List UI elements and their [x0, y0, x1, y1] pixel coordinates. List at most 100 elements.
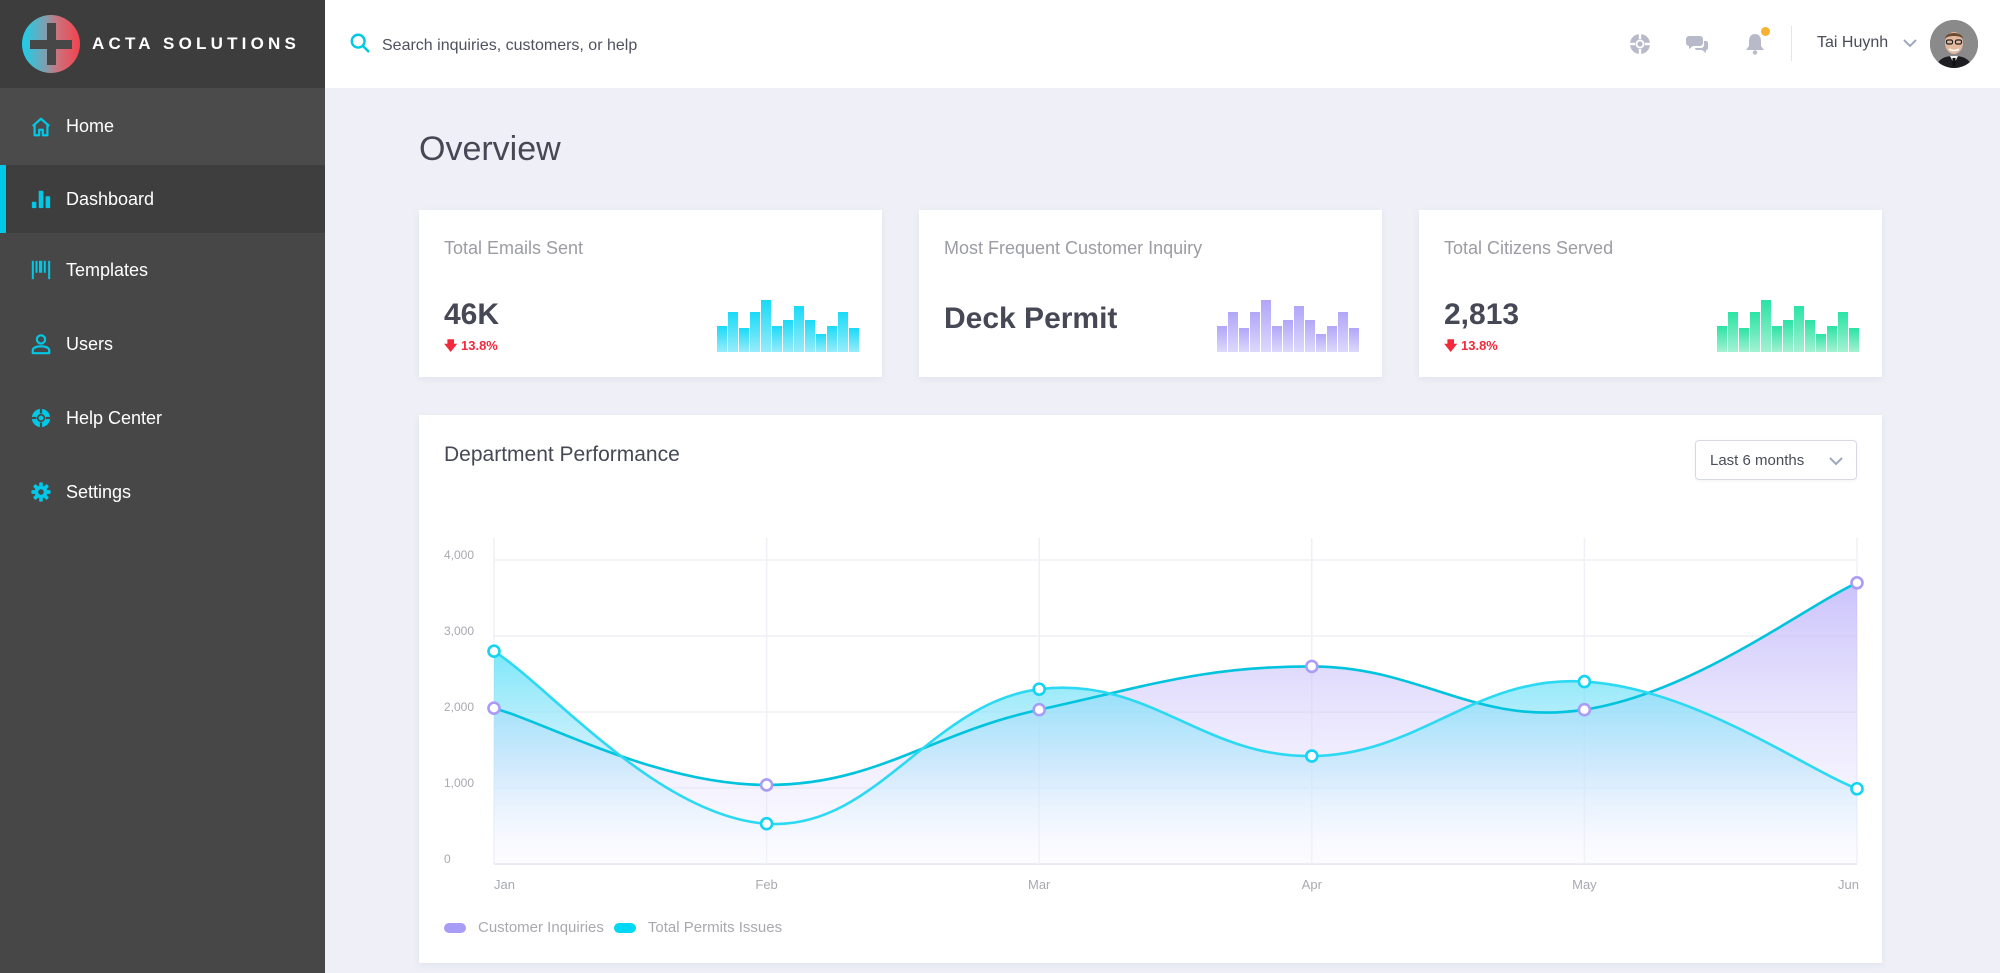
- legend-label: Total Permits Issues: [647, 919, 783, 936]
- help-lifebuoy-icon[interactable]: [1628, 32, 1652, 56]
- performance-chart: 0 1,000 2,000 3,000 4,000 Jan Feb Mar Apr May Jun: [444, 538, 1864, 892]
- sidebar-item-dashboard[interactable]: Dashboard: [0, 165, 325, 233]
- mini-bar: [838, 312, 848, 352]
- mini-bar: [1794, 306, 1804, 352]
- data-point-total-permits: [1304, 749, 1319, 763]
- x-tick-label: Jun: [1838, 877, 1859, 892]
- brand-name: ACTA SOLUTIONS: [92, 34, 301, 53]
- x-tick-label: May: [1572, 877, 1597, 892]
- mini-bar: [1261, 300, 1271, 352]
- stat-card-emails: Total Emails Sent 46K 🡇 13.8%: [419, 210, 882, 377]
- x-tick-label: Jan: [494, 877, 515, 892]
- barcode-icon: [30, 259, 52, 281]
- mini-bar: [1838, 312, 1848, 352]
- page-title: Overview: [419, 130, 561, 168]
- mini-bar: [1316, 334, 1326, 352]
- avatar[interactable]: [1930, 20, 1978, 68]
- legend-swatch: [444, 922, 466, 933]
- user-name[interactable]: Tai Huynh: [1817, 34, 1888, 52]
- y-tick-label: 0: [444, 852, 451, 866]
- chevron-down-icon[interactable]: [1902, 36, 1918, 50]
- sidebar-nav: Home Dashboard Templates Users Help Cent…: [0, 88, 325, 529]
- stat-label: Total Emails Sent: [444, 238, 584, 258]
- mini-bar: [1849, 328, 1859, 352]
- sidebar-item-templates[interactable]: Templates: [0, 233, 325, 307]
- gear-icon: [30, 481, 52, 503]
- mini-bar: [1272, 326, 1282, 352]
- stat-card-inquiry: Most Frequent Customer Inquiry Deck Perm…: [919, 210, 1382, 377]
- sidebar-item-help-center[interactable]: Help Center: [0, 381, 325, 455]
- brand[interactable]: ACTA SOLUTIONS: [0, 0, 325, 88]
- sidebar-item-users[interactable]: Users: [0, 307, 325, 381]
- bell-icon[interactable]: [1743, 27, 1770, 56]
- mini-bar-chart: [1217, 300, 1359, 352]
- sidebar-item-home[interactable]: Home: [0, 88, 325, 165]
- mini-bar: [1717, 326, 1727, 352]
- data-point-total-permits: [487, 644, 501, 658]
- search-input[interactable]: [382, 36, 782, 55]
- mini-bar: [728, 312, 738, 352]
- data-point-total-permits: [759, 816, 774, 831]
- mini-bar: [1827, 326, 1837, 352]
- user-icon: [30, 333, 52, 355]
- sidebar-item-label: Dashboard: [66, 188, 155, 209]
- lifebuoy-icon: [30, 407, 52, 429]
- mini-bar-chart: [717, 300, 859, 352]
- stat-value: 46K: [444, 298, 500, 331]
- sidebar-item-label: Users: [66, 333, 114, 354]
- mini-bar: [1305, 319, 1315, 352]
- data-point-customer-inquiries: [1850, 576, 1864, 590]
- mini-bar: [1349, 328, 1359, 352]
- arrow-down-icon: 🡇: [444, 338, 458, 353]
- mini-bar: [1294, 306, 1304, 352]
- mini-bar: [1327, 326, 1337, 352]
- header-divider: [1791, 26, 1792, 61]
- notification-badge: [1761, 27, 1770, 36]
- chat-icon[interactable]: [1685, 32, 1709, 56]
- mini-bar: [827, 326, 837, 352]
- legend-swatch: [613, 922, 636, 933]
- mini-bar: [1816, 334, 1826, 352]
- data-point-customer-inquiries: [487, 701, 501, 716]
- data-point-total-permits: [1850, 781, 1864, 796]
- mini-bar: [1739, 328, 1749, 352]
- chart-legend: Customer Inquiries Total Permits Issues: [444, 919, 792, 936]
- sidebar-item-label: Home: [66, 116, 115, 136]
- stat-label: Most Frequent Customer Inquiry: [944, 238, 1203, 258]
- stat-change-value: 13.8%: [1461, 338, 1498, 353]
- arrow-down-icon: 🡇: [1444, 338, 1458, 353]
- data-point-customer-inquiries: [1304, 659, 1319, 674]
- stat-change-value: 13.8%: [461, 338, 498, 353]
- mini-bar: [761, 300, 771, 352]
- y-tick-label: 4,000: [444, 548, 474, 562]
- search-icon[interactable]: [349, 32, 371, 59]
- legend-item-total-permits[interactable]: Total Permits Issues: [613, 919, 783, 936]
- mini-bar: [816, 334, 826, 352]
- legend-item-customer-inquiries[interactable]: Customer Inquiries: [444, 919, 604, 936]
- stat-value: Deck Permit: [944, 302, 1118, 335]
- mini-bar: [1338, 312, 1348, 352]
- x-tick-label: Mar: [1028, 877, 1051, 892]
- sidebar-item-settings[interactable]: Settings: [0, 455, 325, 529]
- stat-change: 🡇 13.8%: [444, 337, 498, 359]
- sidebar-item-label: Settings: [66, 481, 132, 502]
- data-point-customer-inquiries: [1577, 702, 1592, 717]
- mini-bar: [1783, 319, 1793, 352]
- legend-label: Customer Inquiries: [478, 919, 604, 936]
- mini-bar: [1750, 312, 1760, 352]
- bar-chart-icon: [30, 188, 52, 210]
- mini-bar: [1283, 319, 1293, 352]
- logo-icon: [22, 15, 80, 73]
- mini-bar: [1772, 326, 1782, 352]
- data-point-total-permits: [1577, 674, 1592, 689]
- y-tick-label: 3,000: [444, 624, 474, 638]
- data-point-total-permits: [1032, 682, 1047, 697]
- stat-value: 2,813: [1444, 298, 1520, 331]
- sidebar-item-label: Templates: [66, 259, 149, 280]
- mini-bar: [1228, 312, 1238, 352]
- x-tick-label: Apr: [1302, 877, 1323, 892]
- mini-bar: [783, 319, 793, 352]
- sidebar: ACTA SOLUTIONS Home Dashboard Templates …: [0, 0, 325, 973]
- mini-bar: [750, 312, 760, 352]
- search-bar: [349, 32, 782, 59]
